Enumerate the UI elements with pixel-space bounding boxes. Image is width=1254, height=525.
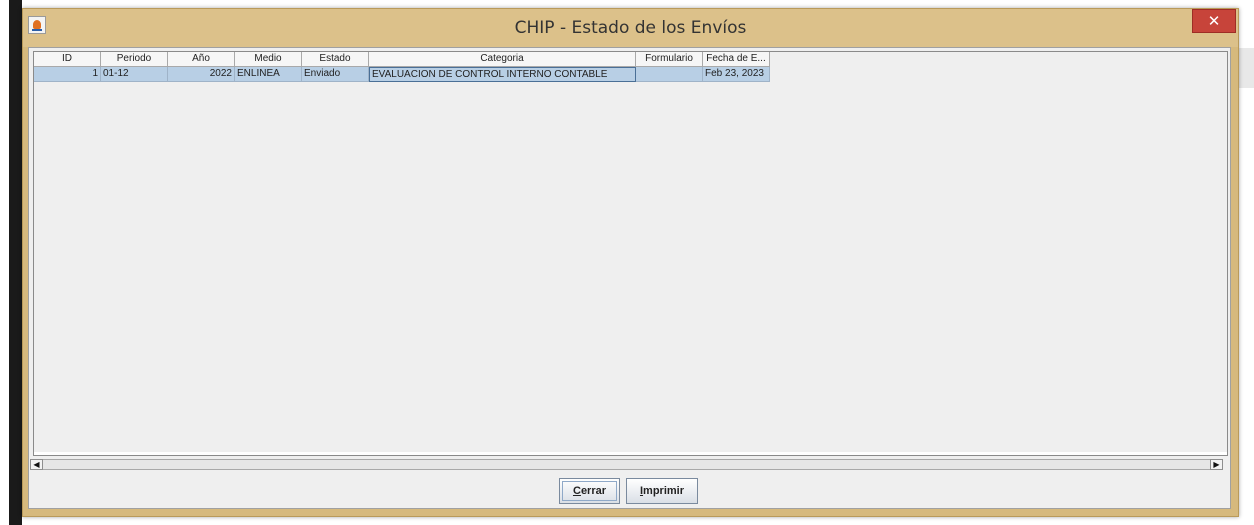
imprimir-button[interactable]: Imprimir bbox=[626, 478, 698, 504]
column-header-medio[interactable]: Medio bbox=[235, 52, 302, 67]
imprimir-label: mprimir bbox=[643, 485, 685, 497]
cerrar-mnemonic: C bbox=[572, 485, 581, 497]
column-header-formulario[interactable]: Formulario bbox=[636, 52, 703, 67]
scroll-left-button[interactable]: ◀ bbox=[30, 459, 43, 470]
cell-medio[interactable]: ENLINEA bbox=[235, 67, 302, 82]
cerrar-button[interactable]: Cerrar bbox=[559, 478, 620, 504]
cell-fecha[interactable]: Feb 23, 2023 bbox=[703, 67, 770, 82]
arrow-right-icon: ▶ bbox=[1213, 459, 1220, 469]
column-header-categoria[interactable]: Categoria bbox=[369, 52, 636, 67]
cell-estado[interactable]: Enviado bbox=[302, 67, 369, 82]
column-header-fecha[interactable]: Fecha de E... bbox=[703, 52, 770, 67]
envios-table-scrollpane: ID Periodo Año Medio Estado Categoria Fo… bbox=[33, 51, 1228, 456]
scroll-right-button[interactable]: ▶ bbox=[1210, 459, 1223, 470]
title-bar[interactable]: CHIP - Estado de los Envíos ✕ bbox=[23, 9, 1238, 47]
window-title: CHIP - Estado de los Envíos bbox=[514, 18, 747, 38]
cell-ano[interactable]: 2022 bbox=[168, 67, 235, 82]
column-header-ano[interactable]: Año bbox=[168, 52, 235, 67]
close-icon: ✕ bbox=[1207, 12, 1221, 30]
cell-periodo[interactable]: 01-12 bbox=[101, 67, 168, 82]
arrow-left-icon: ◀ bbox=[33, 459, 40, 469]
column-header-periodo[interactable]: Periodo bbox=[101, 52, 168, 67]
background-app-edge bbox=[1238, 48, 1254, 88]
table-header: ID Periodo Año Medio Estado Categoria Fo… bbox=[34, 52, 770, 67]
estado-envios-dialog: CHIP - Estado de los Envíos ✕ ID Periodo… bbox=[22, 8, 1239, 517]
horizontal-scrollbar[interactable]: ◀ ▶ bbox=[30, 459, 1223, 470]
close-button[interactable]: ✕ bbox=[1192, 9, 1236, 33]
column-header-id[interactable]: ID bbox=[34, 52, 101, 67]
envios-table: ID Periodo Año Medio Estado Categoria Fo… bbox=[34, 52, 1227, 452]
background-strip bbox=[9, 0, 22, 525]
table-row[interactable]: 1 01-12 2022 ENLINEA Enviado EVALUACION … bbox=[34, 67, 770, 82]
cell-categoria[interactable]: EVALUACION DE CONTROL INTERNO CONTABLE bbox=[369, 67, 636, 82]
column-header-estado[interactable]: Estado bbox=[302, 52, 369, 67]
cell-formulario[interactable] bbox=[636, 67, 703, 82]
cerrar-label: errar bbox=[580, 485, 607, 497]
cell-id[interactable]: 1 bbox=[34, 67, 101, 82]
dialog-content: ID Periodo Año Medio Estado Categoria Fo… bbox=[28, 47, 1231, 509]
